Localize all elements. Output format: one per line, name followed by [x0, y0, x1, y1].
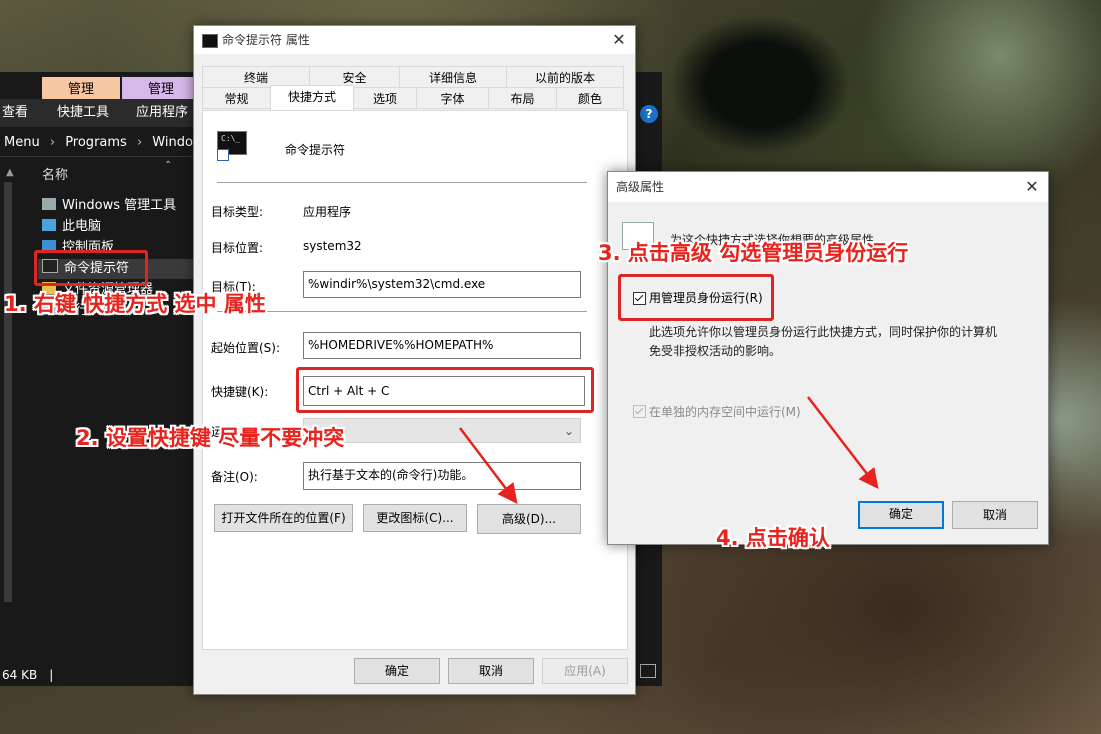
arrow-to-advanced-button — [459, 427, 518, 504]
annotation-arrows — [459, 396, 879, 504]
arrow-to-ok-button — [807, 396, 879, 489]
